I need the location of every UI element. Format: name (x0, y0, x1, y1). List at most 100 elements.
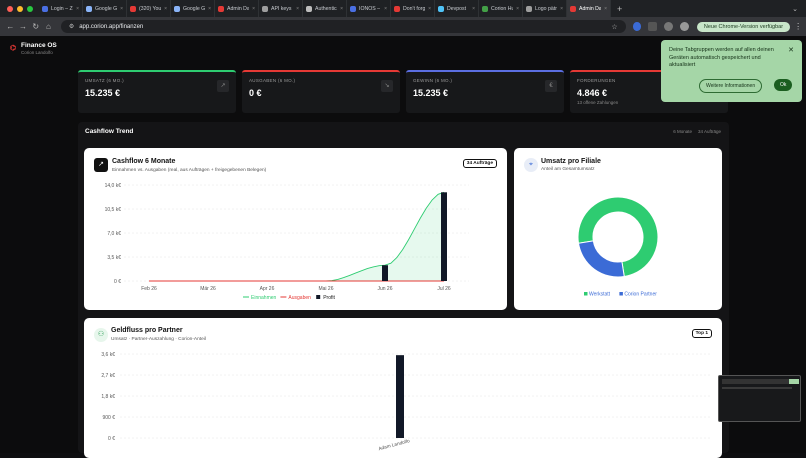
back-arrow-icon[interactable]: ← (4, 22, 17, 31)
screen-thumbnail-preview[interactable] (718, 375, 801, 422)
tab-favicon-icon (42, 5, 48, 12)
y-tick-label: 0 € (108, 436, 115, 442)
cashflow-card: ↗ Cashflow 6 Monate Einnahmen vs. Ausgab… (84, 148, 507, 310)
legend-label: Profit (323, 295, 335, 301)
tab-close-icon[interactable]: × (428, 6, 431, 12)
tab-title: Login – Zu (51, 5, 74, 12)
tab-title: Devpost (447, 5, 467, 12)
more-info-button[interactable]: Weitere Informationen (699, 79, 763, 93)
filiale-card: ⌖ Umsatz pro Filiale Anteil am Gesamtums… (514, 148, 722, 310)
kpi-value: 15.235 € (85, 88, 121, 98)
legend-swatch (316, 295, 321, 299)
profile-avatar-icon[interactable] (680, 22, 689, 31)
tab-close-icon[interactable]: × (340, 6, 343, 12)
tab-close-icon[interactable]: × (296, 6, 299, 12)
browser-tab[interactable]: Devpost × (435, 0, 479, 17)
x-tick-label: Jun 26 (377, 286, 392, 292)
browser-tab[interactable]: Login – Zu × (39, 0, 83, 17)
kpi-label: AUSGABEN (6 MO.) (249, 78, 296, 83)
app-title: Finance OS (21, 42, 57, 49)
tab-close-icon[interactable]: × (76, 6, 79, 12)
close-icon[interactable]: ✕ (788, 46, 794, 54)
kpi-value: 15.235 € (413, 88, 449, 98)
address-bar[interactable]: ⚙ app.corion.app/finanzen ☆ (60, 20, 626, 33)
extension-icon[interactable] (632, 22, 642, 31)
tab-title: Corion Hu (491, 5, 514, 12)
kpi-card-gewinn: GEWINN (6 MO.) 15.235 € € (406, 70, 564, 113)
tab-favicon-icon (86, 5, 92, 12)
browser-tab[interactable]: Don't forge× (391, 0, 435, 17)
browser-tab[interactable]: (320) Your × (127, 0, 171, 17)
x-tick-label: Adam Landolfo (378, 438, 411, 452)
extensions-puzzle-icon[interactable] (648, 22, 658, 31)
kpi-card-umsatz: UMSATZ (6 MO.) 15.235 € ↗ (78, 70, 236, 113)
legend-swatch (584, 292, 588, 296)
tab-close-icon[interactable]: × (164, 6, 167, 12)
tab-title: Admin Das (227, 5, 249, 12)
chrome-update-button[interactable]: Neue Chrome-Version verfügbar (696, 21, 791, 32)
browser-tab[interactable]: API keys | × (259, 0, 303, 17)
browser-tab[interactable]: Google Ge× (171, 0, 215, 17)
download-icon[interactable] (664, 22, 674, 31)
minimize-window-button[interactable] (17, 5, 23, 12)
tab-title: Google Ge (95, 5, 118, 12)
browser-tab[interactable]: Google Ge× (83, 0, 127, 17)
tab-close-icon[interactable]: × (208, 6, 211, 12)
section-filters: 6 Monate 34 Aufträge (673, 129, 721, 134)
partner-card: ⚇ Geldfluss pro Partner Umsatz · Partner… (84, 318, 722, 458)
bookmark-star-icon[interactable]: ☆ (611, 23, 617, 31)
tab-title: Google Ge (183, 5, 206, 12)
y-tick-label: 7,0 k€ (107, 231, 121, 237)
kpi-value: 4.846 € (577, 88, 608, 98)
legend-swatch (619, 292, 623, 296)
x-tick-label: Jul 26 (437, 286, 451, 292)
y-tick-label: 10,5 k€ (105, 207, 122, 213)
tab-favicon-icon (526, 5, 532, 12)
browser-tab[interactable]: IONOS – S× (347, 0, 391, 17)
window-controls (0, 5, 39, 12)
home-icon[interactable]: ⌂ (42, 22, 55, 31)
chrome-menu-icon[interactable]: ⋮ (794, 22, 802, 31)
tab-close-icon[interactable]: × (252, 6, 255, 12)
filter-months[interactable]: 6 Monate (673, 129, 692, 134)
tab-close-icon[interactable]: × (472, 6, 475, 12)
x-tick-label: Mär 26 (200, 286, 216, 292)
cashflow-chart: 0 € 3,5 k€ 7,0 k€ 10,5 k€ 14,0 k€ Feb 26 Mär 2… (105, 183, 469, 301)
partner-bar (396, 355, 404, 438)
tab-favicon-icon (394, 5, 400, 12)
browser-tab[interactable]: Admin Das× (567, 0, 611, 17)
tab-close-icon[interactable]: × (120, 6, 123, 12)
tab-favicon-icon (482, 5, 488, 12)
site-info-icon[interactable]: ⚙ (69, 23, 74, 30)
tab-favicon-icon (350, 5, 356, 12)
kpi-card-ausgaben: AUSGABEN (6 MO.) 0 € ↘ (242, 70, 400, 113)
maximize-window-button[interactable] (27, 5, 33, 12)
browser-tab[interactable]: Admin Das× (215, 0, 259, 17)
tab-search-icon[interactable]: ⌄ (792, 5, 806, 13)
browser-tab[interactable]: Logo pätro× (523, 0, 567, 17)
new-tab-button[interactable]: + (611, 4, 628, 14)
tab-title: Don't forge (403, 5, 426, 12)
tab-close-icon[interactable]: × (560, 6, 563, 12)
browser-tab[interactable]: Authenticat× (303, 0, 347, 17)
tab-close-icon[interactable]: × (604, 6, 607, 12)
tab-favicon-icon (306, 5, 312, 12)
url-text: app.corion.app/finanzen (79, 23, 144, 30)
reload-icon[interactable]: ↻ (29, 22, 42, 31)
donut-slice (577, 240, 625, 278)
tab-close-icon[interactable]: × (516, 6, 519, 12)
browser-tab[interactable]: Corion Hu × (479, 0, 523, 17)
tab-title: (320) Your (139, 5, 162, 12)
filter-orders[interactable]: 34 Aufträge (698, 129, 721, 134)
tab-close-icon[interactable]: × (384, 6, 387, 12)
forward-arrow-icon[interactable]: → (17, 22, 30, 31)
close-window-button[interactable] (7, 5, 13, 12)
partner-bar-chart: 0 € 900 € 1,8 k€ 2,7 k€ 3,6 k€ Adam Landolfo (101, 352, 712, 452)
tabgroups-notification: Deine Tabgruppen werden auf allen deinen… (661, 40, 802, 102)
tab-favicon-icon (570, 5, 576, 12)
tab-title: API keys | (271, 5, 294, 12)
ok-button[interactable]: Ok (774, 79, 793, 91)
legend-label: Werkstatt (589, 292, 611, 298)
x-tick-label: Apr 26 (260, 286, 275, 292)
tab-favicon-icon (130, 5, 136, 12)
